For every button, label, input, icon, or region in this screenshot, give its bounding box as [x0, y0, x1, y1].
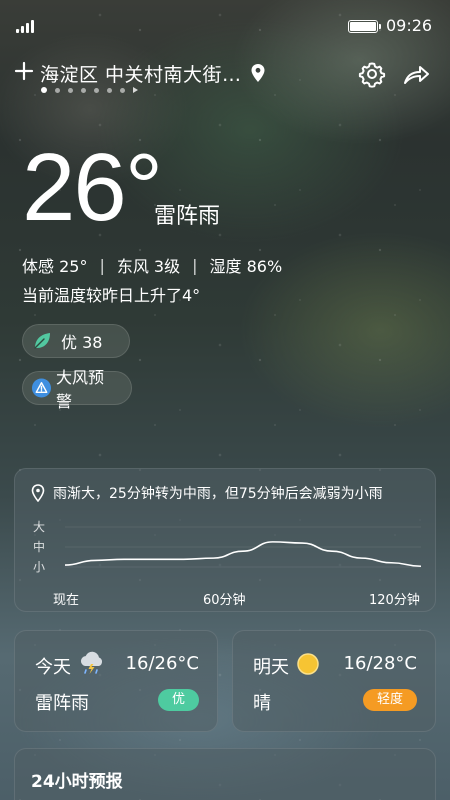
- precipitation-line: [64, 541, 422, 568]
- location-name[interactable]: 海淀区 中关村南大街…: [40, 60, 242, 87]
- status-time: 09:26: [386, 16, 433, 35]
- current-details: 体感 25° | 东风 3级 | 湿度 86%: [22, 253, 282, 277]
- aqi-label: 优 38: [61, 333, 103, 352]
- hourly-forecast-title: 24小时预报: [31, 772, 123, 792]
- current-temperature: 26°: [22, 134, 163, 241]
- day-name: 今天: [35, 657, 71, 678]
- page-dot[interactable]: [68, 87, 73, 93]
- temperature-range: 16/28°C: [343, 653, 417, 674]
- battery-icon: [348, 20, 381, 33]
- wind: 东风 3级: [116, 257, 181, 276]
- details-separator: |: [99, 255, 105, 275]
- day-condition: 晴: [253, 693, 271, 714]
- sun-icon: [297, 653, 319, 675]
- precipitation-card[interactable]: 雨渐大，25分钟转为中雨，但75分钟后会减弱为小雨 大中小 现在 60分钟 12…: [14, 468, 436, 612]
- add-city-icon[interactable]: [14, 60, 36, 86]
- hourly-forecast-card[interactable]: 24小时预报: [14, 748, 436, 800]
- battery-fill: [350, 22, 376, 31]
- share-icon[interactable]: [402, 60, 430, 88]
- day-condition: 雷阵雨: [35, 693, 89, 714]
- temperature-range: 16/26°C: [125, 653, 199, 674]
- x-label-now: 现在: [53, 593, 80, 608]
- page-dot[interactable]: [55, 87, 60, 93]
- temperature-comparison: 当前温度较昨日上升了4°: [22, 286, 201, 305]
- leaf-icon: [34, 333, 50, 349]
- thunderstorm-icon: [80, 651, 103, 674]
- day-name: 明天: [253, 657, 289, 678]
- y-level-label: 大: [33, 520, 45, 534]
- page-dot[interactable]: [107, 87, 112, 93]
- aqi-pill[interactable]: 优 38: [22, 324, 130, 358]
- precipitation-summary: 雨渐大，25分钟转为中雨，但75分钟后会减弱为小雨: [53, 486, 383, 502]
- chart-x-labels: 现在 60分钟 120分钟: [15, 589, 437, 608]
- page-indicator: [41, 87, 138, 93]
- page-dot[interactable]: [120, 87, 125, 93]
- x-label-120: 120分钟: [369, 593, 420, 608]
- location-header: 海淀区 中关村南大街…: [14, 58, 266, 88]
- y-level-label: 小: [33, 560, 45, 574]
- page-arrow-icon: [133, 87, 138, 93]
- air-quality-badge: 轻度: [362, 689, 417, 711]
- feels-like: 体感 25°: [22, 257, 88, 276]
- current-condition: 雷阵雨: [154, 204, 221, 229]
- x-label-60: 60分钟: [203, 593, 246, 608]
- page-dot[interactable]: [81, 87, 86, 93]
- warning-icon: [31, 378, 52, 398]
- alert-label: 大风预警: [55, 368, 104, 411]
- page-dot[interactable]: [41, 87, 47, 93]
- tomorrow-forecast-card[interactable]: 明天 16/28°C 晴 轻度: [232, 630, 436, 732]
- air-quality-badge: 优: [157, 689, 199, 711]
- status-bar: 09:26: [0, 0, 450, 50]
- page-dot[interactable]: [94, 87, 99, 93]
- today-forecast-card[interactable]: 今天 16/26°C 雷阵雨 优: [14, 630, 218, 732]
- details-separator: |: [192, 255, 198, 275]
- precipitation-chart: 大中小: [33, 520, 422, 574]
- humidity: 湿度 86%: [209, 257, 283, 276]
- location-pin-icon: [31, 484, 45, 502]
- signal-icon: [16, 19, 40, 33]
- settings-gear-icon[interactable]: [358, 60, 386, 88]
- y-level-label: 中: [33, 539, 45, 554]
- wind-alert-pill[interactable]: 大风预警: [22, 368, 132, 411]
- precipitation-summary-row: 雨渐大，25分钟转为中雨，但75分钟后会减弱为小雨: [31, 483, 383, 503]
- location-pin-icon: [251, 64, 265, 82]
